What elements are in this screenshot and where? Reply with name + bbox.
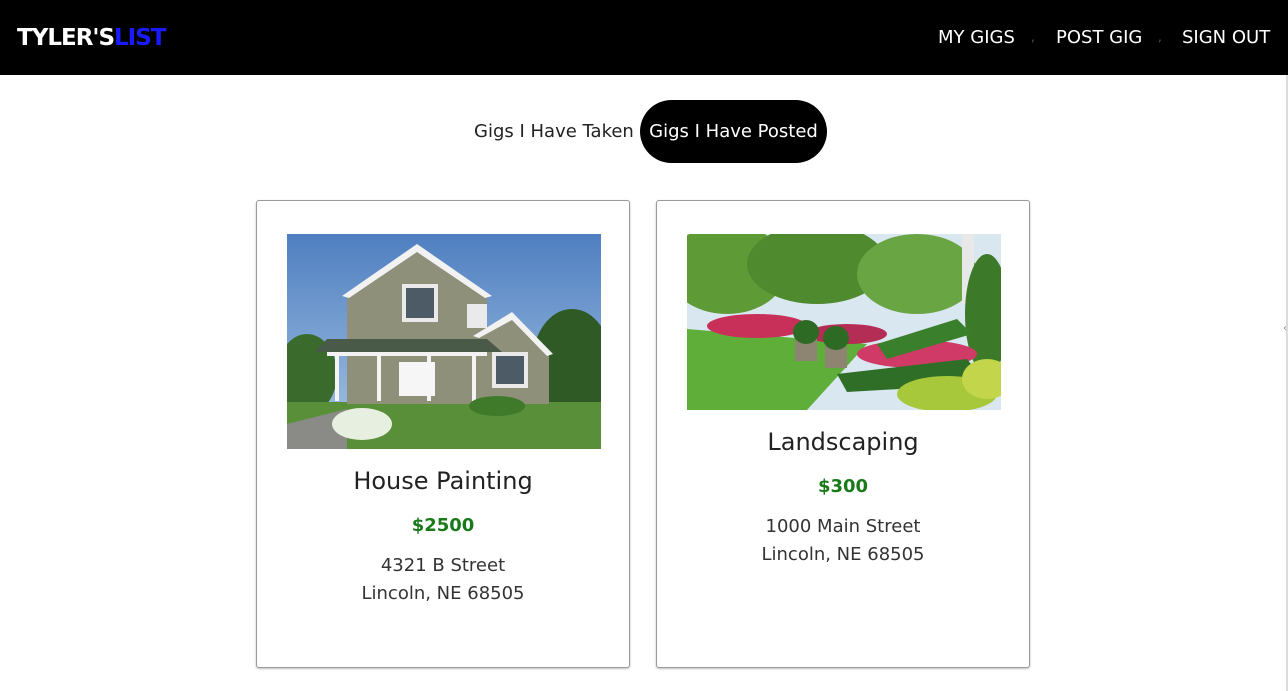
gig-card[interactable]: House Painting $2500 4321 B Street Linco…: [256, 200, 630, 668]
gig-price: $300: [817, 476, 869, 497]
gig-card[interactable]: Landscaping $300 1000 Main Street Lincol…: [656, 200, 1030, 668]
tab-gigs-taken[interactable]: Gigs I Have Taken: [461, 100, 647, 163]
scroll-handle-icon: ‹: [1283, 323, 1287, 334]
nav-separator: ,: [1158, 30, 1162, 44]
nav-separator: ,: [1031, 30, 1035, 44]
gig-address-line1: 4321 B Street: [380, 555, 506, 576]
house-photo: [287, 234, 601, 449]
gig-price: $2500: [411, 515, 475, 536]
brand-logo[interactable]: TYLER'SLIST: [17, 22, 167, 54]
brand-name-part2: LIST: [114, 25, 166, 51]
nav-post-gig[interactable]: POST GIG: [1056, 26, 1142, 50]
tab-gigs-posted[interactable]: Gigs I Have Posted: [640, 100, 827, 163]
garden-photo: [687, 234, 1001, 410]
gig-title: House Painting: [353, 467, 533, 495]
nav-my-gigs[interactable]: MY GIGS: [938, 26, 1015, 50]
brand-name-part1: TYLER'S: [17, 25, 115, 51]
gig-title: Landscaping: [767, 428, 919, 456]
gig-address-line2: Lincoln, NE 68505: [761, 544, 925, 565]
gig-address-line1: 1000 Main Street: [765, 516, 921, 537]
gig-address-line2: Lincoln, NE 68505: [361, 583, 525, 604]
top-navbar: TYLER'SLIST MY GIGS , POST GIG , SIGN OU…: [0, 0, 1288, 75]
nav-sign-out[interactable]: SIGN OUT: [1182, 26, 1270, 50]
